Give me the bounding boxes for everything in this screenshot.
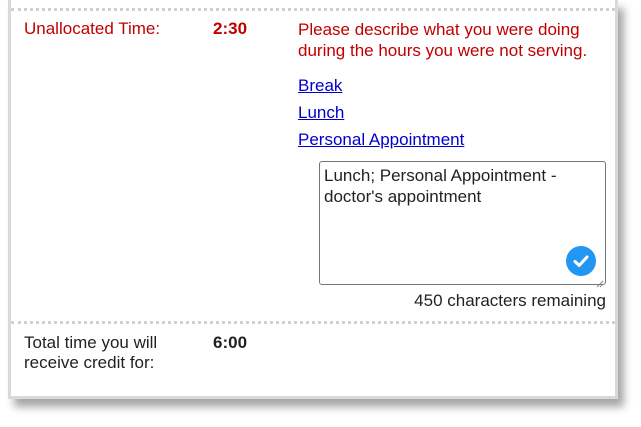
characters-remaining: 450 characters remaining xyxy=(414,291,606,310)
unallocated-prompt: Please describe what you were doing duri… xyxy=(298,20,588,60)
divider-middle xyxy=(11,321,615,324)
lunch-link[interactable]: Lunch xyxy=(298,103,344,123)
total-credit-value: 6:00 xyxy=(213,333,248,352)
divider-top xyxy=(11,8,615,11)
personal-appointment-link[interactable]: Personal Appointment xyxy=(298,130,464,150)
time-summary-panel: Unallocated Time: 2:30 Please describe w… xyxy=(8,0,618,399)
unallocated-time-label: Unallocated Time: xyxy=(24,19,161,38)
description-textarea[interactable]: Lunch; Personal Appointment - doctor's a… xyxy=(319,161,606,288)
break-link[interactable]: Break xyxy=(298,76,342,96)
description-text[interactable]: Lunch; Personal Appointment - doctor's a… xyxy=(324,165,599,207)
total-credit-label: Total time you will receive credit for: xyxy=(24,333,158,372)
check-icon xyxy=(566,246,596,276)
resize-grip-icon[interactable] xyxy=(596,275,604,288)
unallocated-time-value: 2:30 xyxy=(213,19,248,38)
